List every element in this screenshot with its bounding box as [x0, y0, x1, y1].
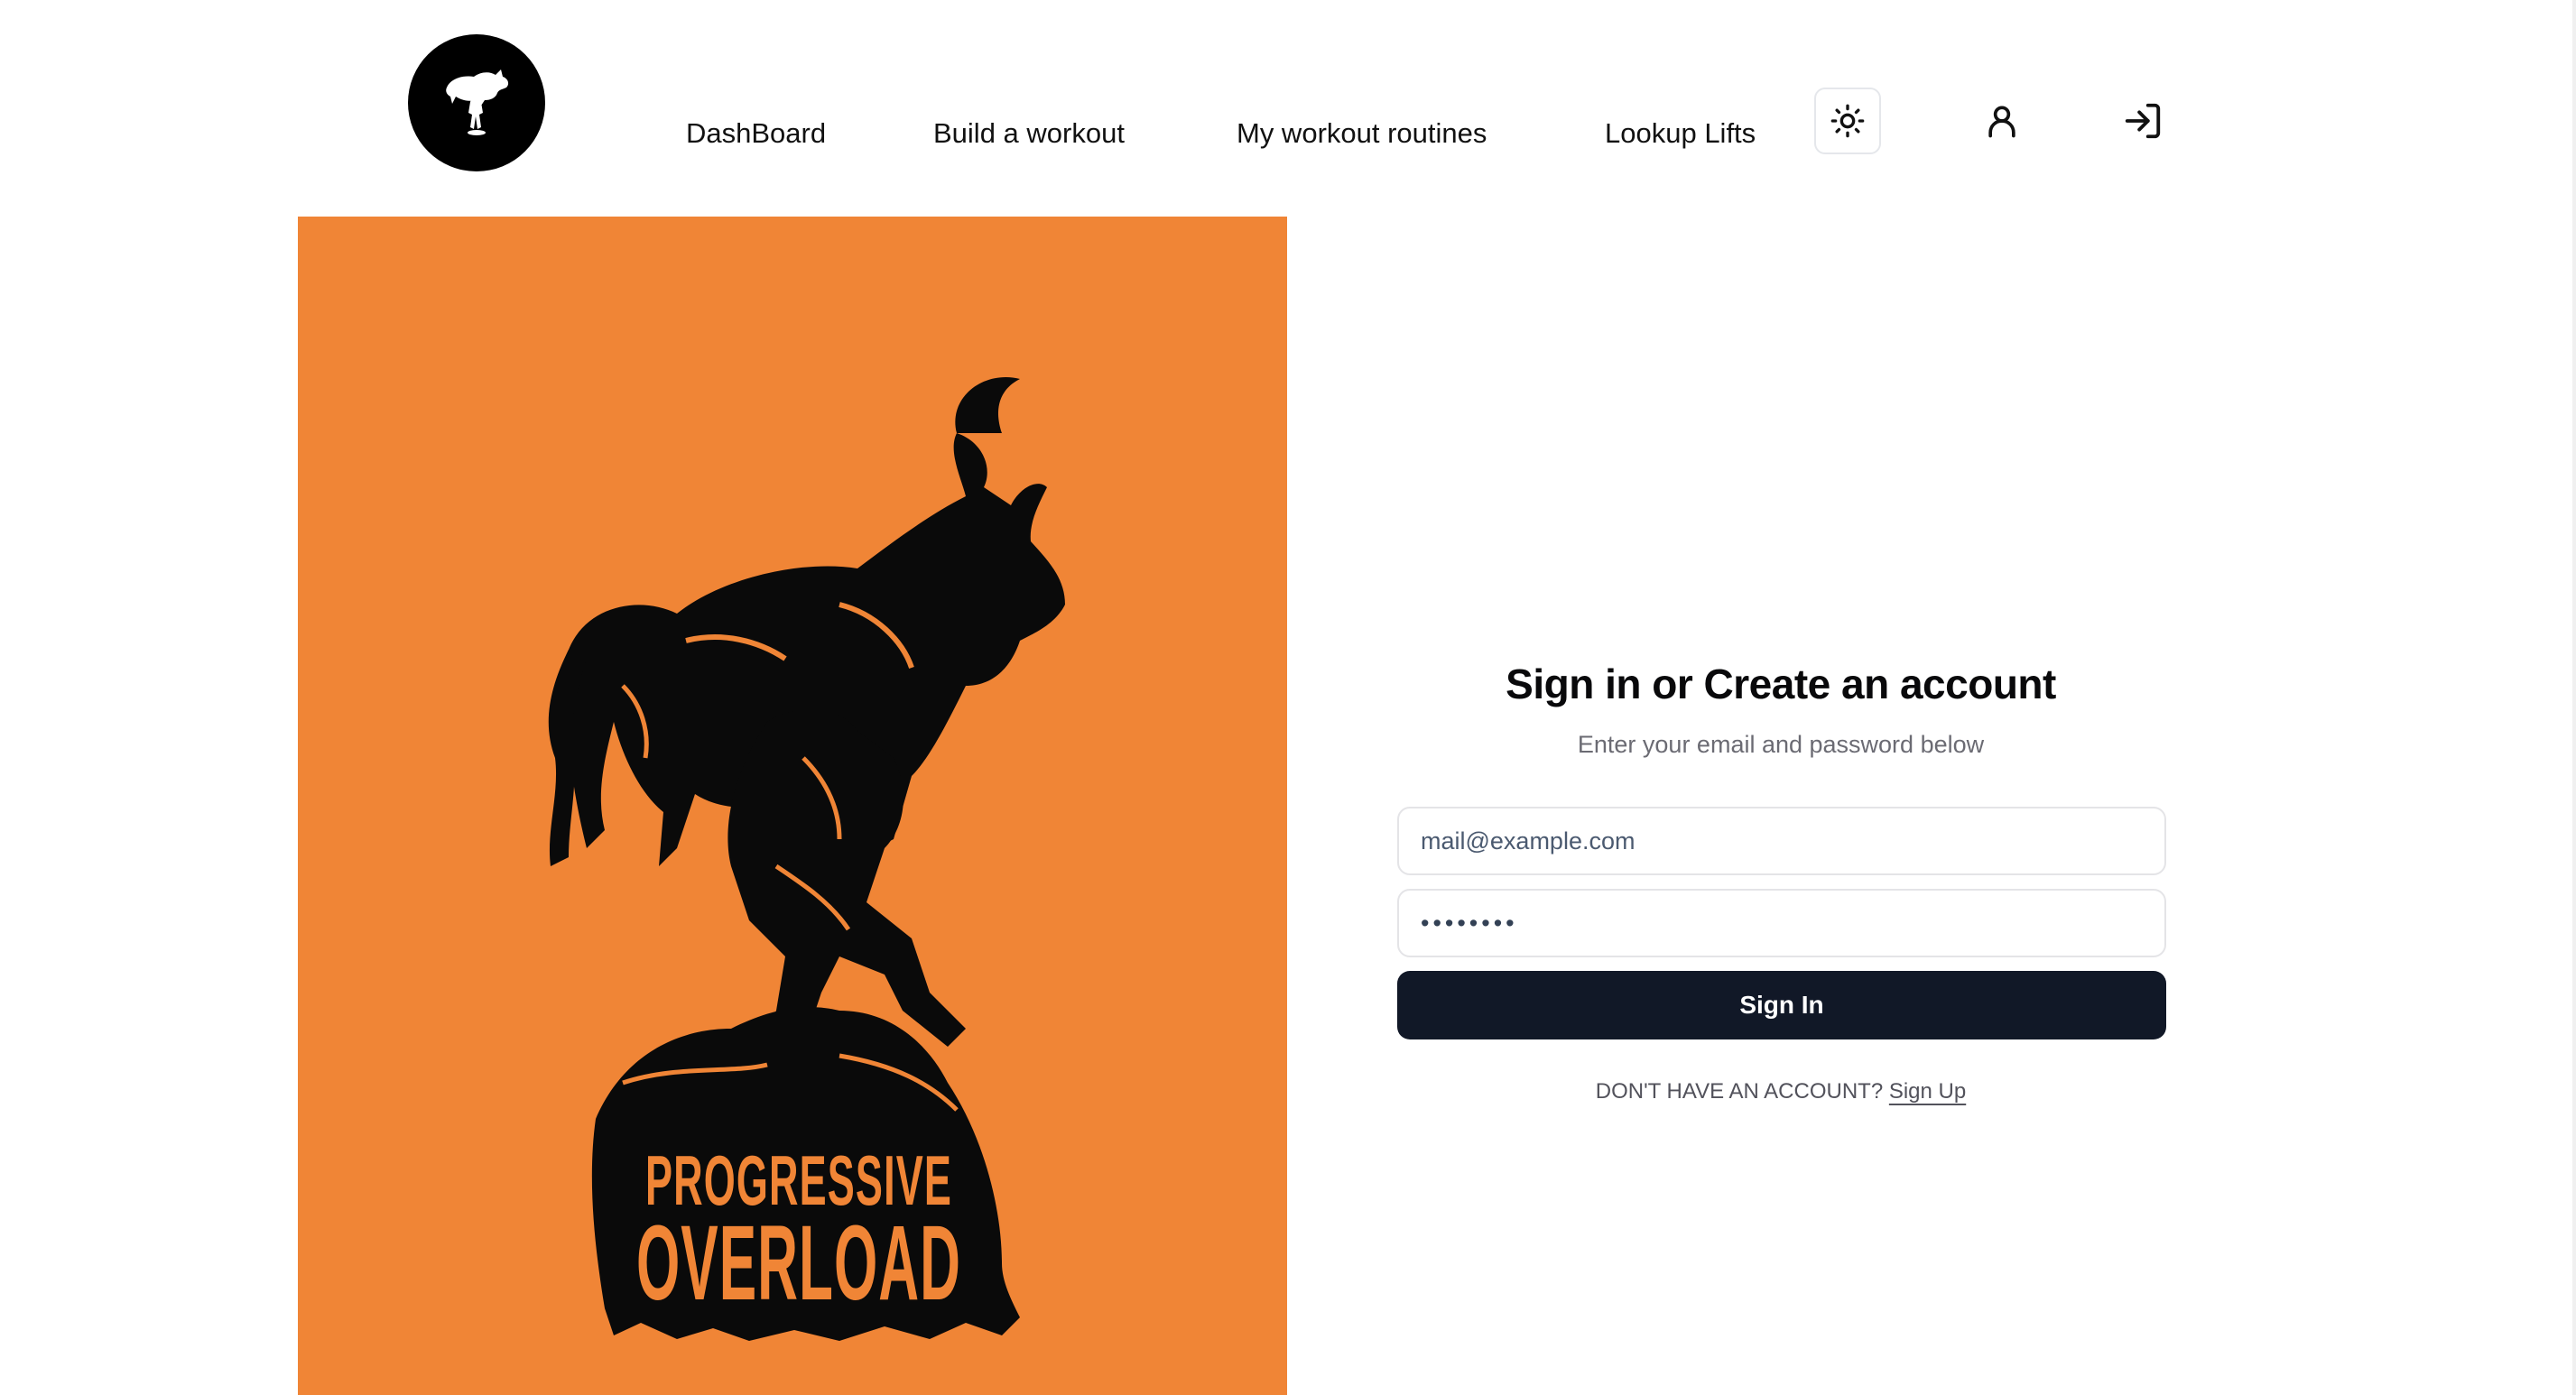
bull-hero-illustration-icon: PROGRESSIVE OVERLOAD: [548, 377, 1065, 1341]
app-logo[interactable]: [408, 34, 545, 171]
auth-title: Sign in or Create an account: [1506, 661, 2056, 707]
nav-lookup-lifts[interactable]: Lookup Lifts: [1605, 115, 1756, 152]
email-field[interactable]: [1397, 807, 2166, 875]
login-button[interactable]: [2119, 97, 2166, 144]
wordmark-line2: OVERLOAD: [636, 1204, 961, 1323]
sun-icon: [1830, 104, 1865, 138]
bull-logo-icon: [446, 69, 509, 135]
signup-row: DON'T HAVE AN ACCOUNT? Sign Up: [1395, 1079, 2166, 1104]
sign-in-button[interactable]: Sign In: [1397, 971, 2166, 1039]
sign-up-link[interactable]: Sign Up: [1889, 1079, 1966, 1104]
no-account-text: DON'T HAVE AN ACCOUNT?: [1595, 1079, 1884, 1104]
nav-build-workout[interactable]: Build a workout: [933, 115, 1125, 152]
sign-in-icon: [2125, 103, 2161, 139]
user-icon: [1988, 106, 2015, 138]
page: DashBoard Build a workout My workout rou…: [0, 0, 2576, 1395]
scrollbar-track[interactable]: [2572, 0, 2576, 1395]
password-field[interactable]: [1397, 889, 2166, 957]
profile-button[interactable]: [1978, 97, 2025, 144]
theme-toggle-button[interactable]: [1814, 88, 1881, 154]
hero-panel: PROGRESSIVE OVERLOAD: [298, 217, 1287, 1395]
nav-my-workout-routines[interactable]: My workout routines: [1237, 115, 1487, 152]
nav-dashboard[interactable]: DashBoard: [686, 115, 826, 152]
auth-subtitle: Enter your email and password below: [1577, 731, 1985, 758]
